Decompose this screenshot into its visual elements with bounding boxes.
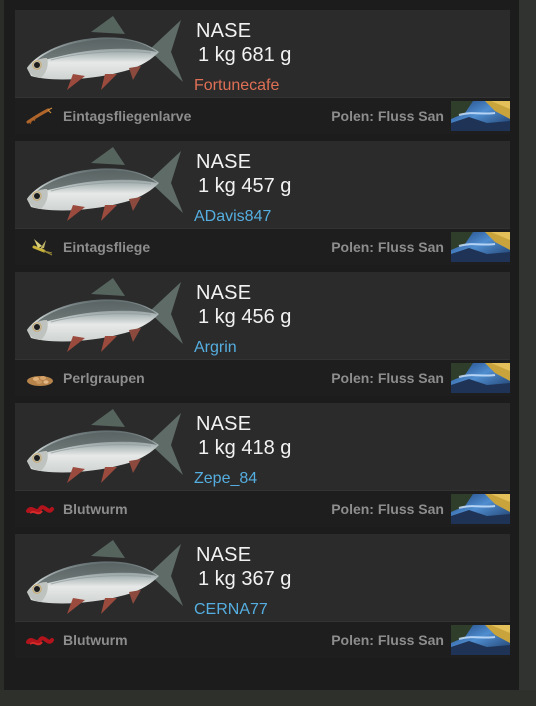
catch-card-footer: Eintagsfliegenlarve Polen: Fluss San — [15, 97, 510, 134]
fish-weight: 1 kg 457 g — [198, 175, 292, 197]
bait-name: Blutwurm — [63, 632, 128, 648]
catch-card-footer: Blutwurm Polen: Fluss San — [15, 490, 510, 527]
location-name: Polen: Fluss San — [331, 632, 444, 648]
player-name[interactable]: CERNA77 — [194, 601, 268, 619]
fish-name: NASE — [196, 20, 252, 42]
fish-image — [26, 539, 184, 615]
river-thumbnail-icon[interactable] — [451, 625, 510, 655]
bloodworm-icon — [26, 505, 54, 515]
catch-card[interactable]: NASE 1 kg 367 g CERNA77 Blutwurm Polen: … — [15, 534, 510, 658]
fish-weight: 1 kg 681 g — [198, 44, 292, 66]
catch-card[interactable]: NASE 1 kg 457 g ADavis847 Eintagsfliege … — [15, 141, 510, 265]
player-name[interactable]: Argrin — [194, 339, 237, 357]
catch-card[interactable]: NASE 1 kg 681 g Fortunecafe Eintagsflieg… — [15, 10, 510, 134]
fish-name: NASE — [196, 282, 252, 304]
fish-weight: 1 kg 418 g — [198, 437, 292, 459]
location-name: Polen: Fluss San — [331, 501, 444, 517]
fish-name: NASE — [196, 544, 252, 566]
river-thumbnail-icon[interactable] — [451, 232, 510, 262]
fish-image — [26, 408, 184, 484]
catch-card-header: NASE 1 kg 418 g Zepe_84 — [15, 403, 510, 490]
fish-name: NASE — [196, 151, 252, 173]
scrollbar-track[interactable] — [519, 0, 536, 706]
fish-image — [26, 146, 184, 222]
mayfly-icon — [32, 239, 53, 256]
fish-weight: 1 kg 456 g — [198, 306, 292, 328]
fish-image — [26, 15, 184, 91]
catch-card-footer: Eintagsfliege Polen: Fluss San — [15, 228, 510, 265]
bloodworm-icon — [26, 636, 54, 646]
river-thumbnail-icon[interactable] — [451, 101, 510, 131]
window-bottom-edge — [0, 690, 536, 706]
catch-card-header: NASE 1 kg 681 g Fortunecafe — [15, 10, 510, 97]
mayfly-larva-icon — [26, 107, 53, 125]
bait-name: Perlgraupen — [63, 370, 145, 386]
bait-name: Eintagsfliege — [63, 239, 151, 255]
bait-name: Blutwurm — [63, 501, 128, 517]
bait-name: Eintagsfliegenlarve — [63, 108, 192, 124]
catch-card-header: NASE 1 kg 367 g CERNA77 — [15, 534, 510, 621]
fish-name: NASE — [196, 413, 252, 435]
catch-card-header: NASE 1 kg 457 g ADavis847 — [15, 141, 510, 228]
player-name[interactable]: Zepe_84 — [194, 470, 257, 488]
pearl-barley-icon — [27, 376, 53, 386]
river-thumbnail-icon[interactable] — [451, 494, 510, 524]
river-thumbnail-icon[interactable] — [451, 363, 510, 393]
fish-image — [26, 277, 184, 353]
player-name[interactable]: Fortunecafe — [194, 77, 279, 95]
catch-card[interactable]: NASE 1 kg 456 g Argrin Perlgraupen Polen… — [15, 272, 510, 396]
catch-card-header: NASE 1 kg 456 g Argrin — [15, 272, 510, 359]
location-name: Polen: Fluss San — [331, 108, 444, 124]
catch-card-footer: Perlgraupen Polen: Fluss San — [15, 359, 510, 396]
player-name[interactable]: ADavis847 — [194, 208, 271, 226]
location-name: Polen: Fluss San — [331, 370, 444, 386]
catch-card-footer: Blutwurm Polen: Fluss San — [15, 621, 510, 658]
location-name: Polen: Fluss San — [331, 239, 444, 255]
catch-card[interactable]: NASE 1 kg 418 g Zepe_84 Blutwurm Polen: … — [15, 403, 510, 527]
fish-weight: 1 kg 367 g — [198, 568, 292, 590]
